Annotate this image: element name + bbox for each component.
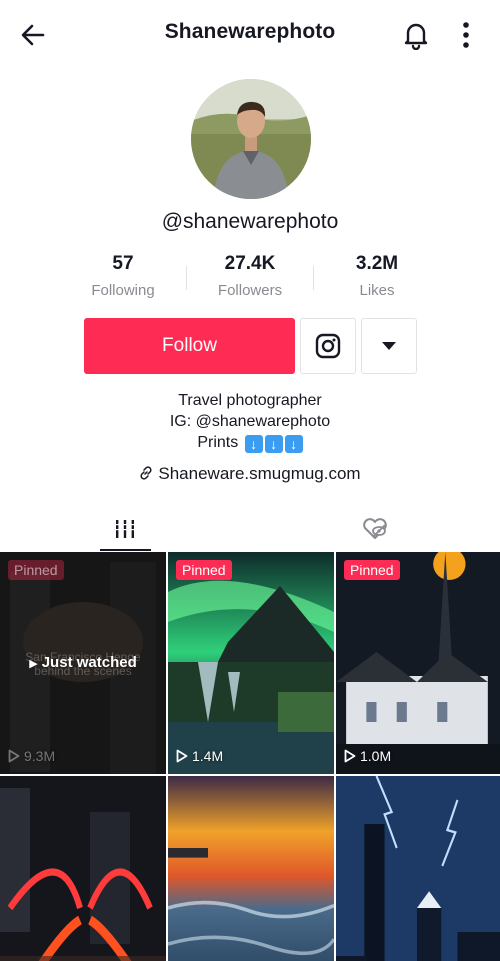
view-count-text: 1.4M	[192, 748, 224, 764]
link-icon	[140, 466, 152, 480]
suggested-accounts-dropdown[interactable]	[361, 318, 417, 374]
follow-button[interactable]: Follow	[84, 318, 295, 374]
stat-value: 27.4K	[224, 253, 276, 274]
video-grid: Pinned San Francisco Henge behind the sc…	[0, 552, 500, 961]
down-arrow-emoji-icon: ↓	[264, 435, 283, 453]
active-tab-indicator	[100, 549, 151, 551]
view-count: 9.3M	[8, 748, 55, 764]
profile-tabs	[0, 505, 500, 552]
stat-label: Followers	[217, 282, 283, 299]
instagram-button[interactable]	[300, 318, 356, 374]
video-tile[interactable]: Pinned 1.0M	[336, 552, 500, 774]
view-count-text: 1.0M	[360, 748, 392, 764]
view-count: 1.4M	[176, 748, 223, 764]
stat-followers[interactable]: 27.4K Followers	[187, 252, 313, 306]
profile-stats: 57 Following 27.4K Followers 3.2M Likes	[60, 252, 440, 306]
top-bar: Shanewarephoto	[0, 0, 500, 68]
tab-liked[interactable]	[250, 505, 500, 552]
stat-following[interactable]: 57 Following	[60, 252, 186, 306]
video-tile[interactable]: Pinned San Francisco Henge behind the sc…	[0, 552, 166, 774]
tab-videos[interactable]	[0, 505, 250, 552]
notifications-button[interactable]	[398, 17, 434, 53]
video-tile[interactable]	[168, 776, 334, 961]
stat-label: Likes	[359, 282, 395, 299]
more-options-button[interactable]	[452, 17, 480, 53]
down-arrow-emoji-icon: ↓	[284, 435, 303, 453]
stat-value: 57	[112, 253, 134, 274]
play-outline-icon	[176, 749, 188, 763]
down-arrow-emoji-icon: ↓	[244, 435, 263, 453]
just-watched-label: ▶ Just watched	[0, 654, 166, 671]
pinned-badge: Pinned	[8, 560, 64, 580]
video-tile[interactable]	[336, 776, 500, 961]
instagram-icon	[315, 333, 341, 359]
bio-line: Prints	[197, 434, 239, 451]
pinned-badge: Pinned	[176, 560, 232, 580]
grid-icon	[114, 519, 136, 538]
profile-link[interactable]: Shaneware.smugmug.com	[0, 464, 500, 484]
stat-label: Following	[91, 282, 155, 299]
play-outline-icon	[8, 749, 20, 763]
avatar[interactable]	[191, 79, 311, 199]
hidden-heart-icon	[363, 517, 387, 539]
play-outline-icon	[344, 749, 356, 763]
bio-line-prints: Prints ↓ ↓ ↓	[0, 432, 500, 453]
just-watched-text: Just watched	[41, 654, 137, 671]
video-tile[interactable]: Pinned 1.4M	[168, 552, 334, 774]
profile-link-text: Shaneware.smugmug.com	[158, 464, 361, 483]
play-icon: ▶	[29, 658, 38, 670]
triangle-down-icon	[382, 342, 396, 350]
view-count-text: 9.3M	[24, 748, 56, 764]
view-count: 1.0M	[344, 748, 391, 764]
profile-bio: Travel photographer IG: @shanewarephoto …	[0, 390, 500, 453]
bio-line: Travel photographer	[178, 392, 322, 409]
bell-icon	[404, 23, 428, 50]
stat-likes[interactable]: 3.2M Likes	[314, 252, 440, 306]
profile-username: @shanewarephoto	[161, 210, 339, 233]
bio-line: IG: @shanewarephoto	[169, 413, 331, 430]
more-vertical-icon	[463, 22, 469, 48]
video-tile[interactable]	[0, 776, 166, 961]
stat-value: 3.2M	[355, 253, 399, 274]
pinned-badge: Pinned	[344, 560, 400, 580]
